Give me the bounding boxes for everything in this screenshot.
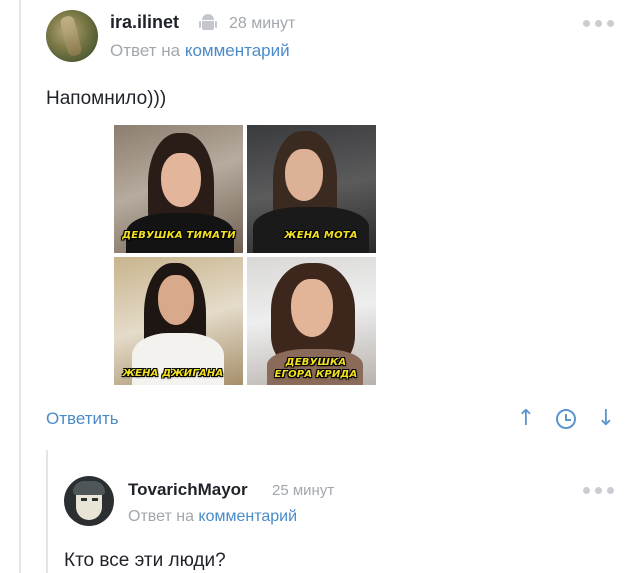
meme-tile: ДЕВУШКА ТИМАТИ xyxy=(114,125,243,253)
comment-image[interactable]: ДЕВУШКА ТИМАТИ ЖЕНА МОТА ЖЕНА ДЖИГАНА ДЕ… xyxy=(114,125,376,385)
comment-text: Кто все эти люди? xyxy=(64,550,226,571)
meme-caption: ЖЕНА ДЖИГАНА xyxy=(122,368,224,379)
comment-ira-ilinet: ira.ilinet 28 минут Ответ на комментарий… xyxy=(0,0,640,445)
reply-to-link[interactable]: комментарий xyxy=(185,41,290,60)
meme-caption-line: ДЕВУШКА xyxy=(285,357,347,368)
meme-caption: ДЕВУШКА ТИМАТИ xyxy=(122,230,236,241)
meme-caption: ДЕВУШКА ЕГОРА КРИДА xyxy=(257,357,375,381)
more-dots-icon[interactable] xyxy=(583,18,615,28)
reply-button[interactable]: Ответить xyxy=(46,409,119,429)
avatar[interactable] xyxy=(46,10,98,62)
more-dots-icon[interactable] xyxy=(583,485,615,495)
comment-time: 28 минут xyxy=(229,15,296,32)
meme-caption: ЖЕНА МОТА xyxy=(284,230,358,241)
meme-caption-line: ЕГОРА КРИДА xyxy=(274,369,358,380)
reply-prefix: Ответ на xyxy=(128,508,194,525)
comment-time: 25 минут xyxy=(272,482,335,499)
reply-to-line: Ответ на комментарий xyxy=(128,508,297,526)
meme-tile: ДЕВУШКА ЕГОРА КРИДА xyxy=(247,257,376,385)
reply-prefix: Ответ на xyxy=(110,41,181,60)
arrow-up-icon[interactable]: ↑ xyxy=(513,406,539,432)
clock-icon[interactable] xyxy=(553,406,579,432)
username[interactable]: TovarichMayor xyxy=(128,480,248,500)
comment-tovarichmayor: TovarichMayor 25 минут Ответ на коммента… xyxy=(0,458,640,573)
reply-to-line: Ответ на комментарий xyxy=(110,41,290,61)
meme-tile: ЖЕНА МОТА xyxy=(247,125,376,253)
username[interactable]: ira.ilinet xyxy=(110,12,179,33)
comment-text: Напомнило))) xyxy=(46,88,167,109)
reply-to-link[interactable]: комментарий xyxy=(198,508,297,525)
avatar[interactable] xyxy=(64,476,114,526)
meme-tile: ЖЕНА ДЖИГАНА xyxy=(114,257,243,385)
android-icon xyxy=(199,14,217,32)
arrow-down-icon[interactable]: ↓ xyxy=(593,406,619,432)
